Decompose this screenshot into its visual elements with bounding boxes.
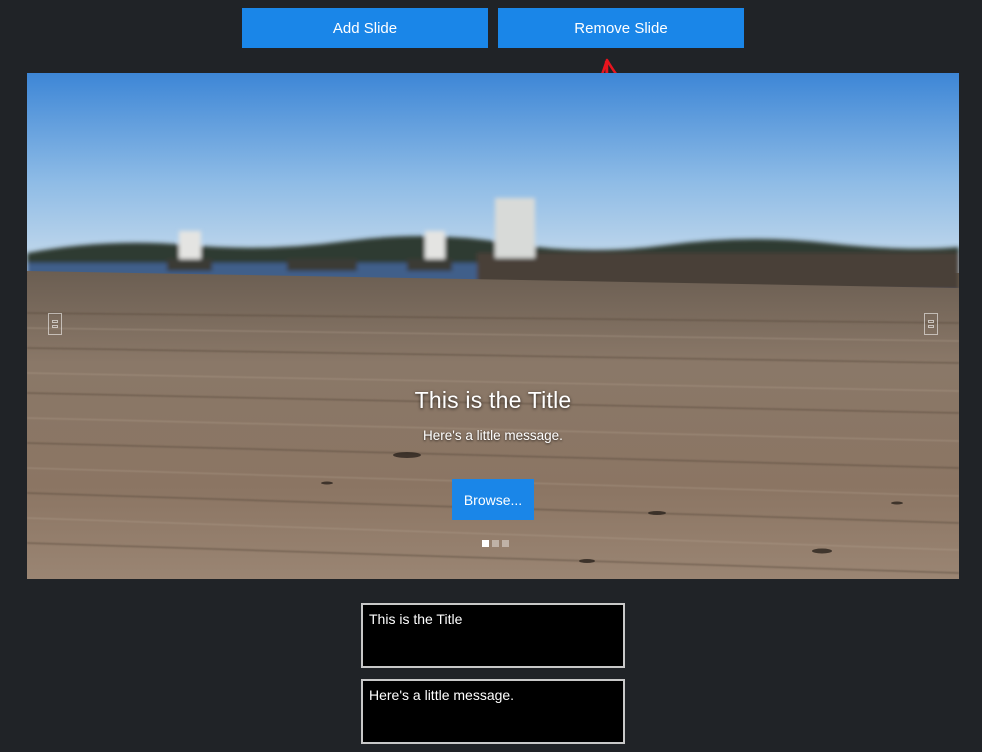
indicator-dot[interactable] [502, 540, 509, 547]
slide-message-input[interactable]: Here's a little message. [361, 679, 625, 744]
add-slide-button[interactable]: Add Slide [242, 8, 488, 48]
slide-title: This is the Title [414, 387, 572, 413]
slide-toolbar: Add Slide Remove Slide [242, 8, 744, 48]
indicator-dot[interactable] [482, 540, 489, 547]
carousel-next-control[interactable] [924, 313, 938, 335]
carousel-indicators [482, 540, 509, 547]
slide-title-input[interactable]: This is the Title [361, 603, 625, 668]
indicator-dot[interactable] [492, 540, 499, 547]
browse-button[interactable]: Browse... [452, 479, 534, 520]
slide-caption: This is the Title Here's a little messag… [27, 387, 959, 443]
carousel-prev-control[interactable] [48, 313, 62, 335]
slide-message: Here's a little message. [423, 428, 563, 443]
image-carousel: This is the Title Here's a little messag… [27, 73, 959, 579]
app-root: Add Slide Remove Slide This is the Title… [0, 0, 982, 752]
chevron-right-icon-part [928, 325, 934, 328]
chevron-right-icon [928, 320, 934, 323]
chevron-left-icon-part [52, 325, 58, 328]
remove-slide-button[interactable]: Remove Slide [498, 8, 744, 48]
chevron-left-icon [52, 320, 58, 323]
